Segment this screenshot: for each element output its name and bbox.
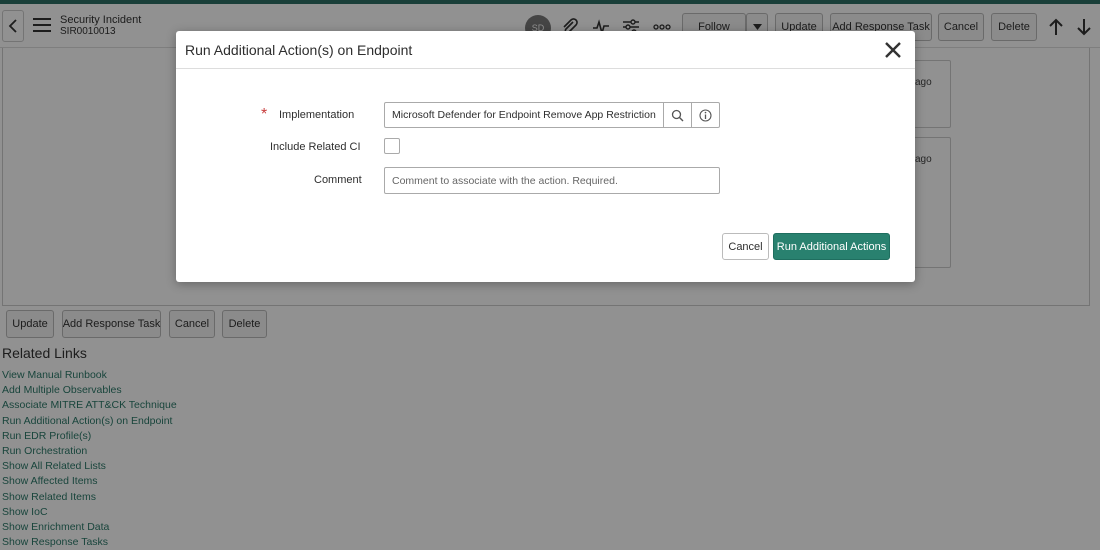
comment-field[interactable]: Comment to associate with the action. Re…: [384, 167, 720, 194]
search-icon: [671, 109, 684, 121]
dialog-cancel-button[interactable]: Cancel: [722, 233, 769, 260]
close-icon[interactable]: [883, 40, 903, 60]
lookup-button[interactable]: [663, 102, 692, 128]
include-related-ci-checkbox[interactable]: [384, 138, 400, 154]
required-indicator: *: [261, 106, 268, 123]
comment-label: Comment: [314, 174, 362, 186]
info-icon: [699, 108, 712, 122]
run-actions-dialog: Run Additional Action(s) on Endpoint * I…: [176, 31, 915, 282]
implementation-field[interactable]: Microsoft Defender for Endpoint Remove A…: [384, 102, 664, 128]
run-additional-actions-button[interactable]: Run Additional Actions: [773, 233, 890, 260]
dialog-title: Run Additional Action(s) on Endpoint: [185, 42, 413, 58]
info-button[interactable]: [691, 102, 720, 128]
dialog-header: Run Additional Action(s) on Endpoint: [176, 31, 915, 69]
include-related-ci-label: Include Related CI: [270, 141, 361, 153]
implementation-label: Implementation: [279, 109, 355, 121]
